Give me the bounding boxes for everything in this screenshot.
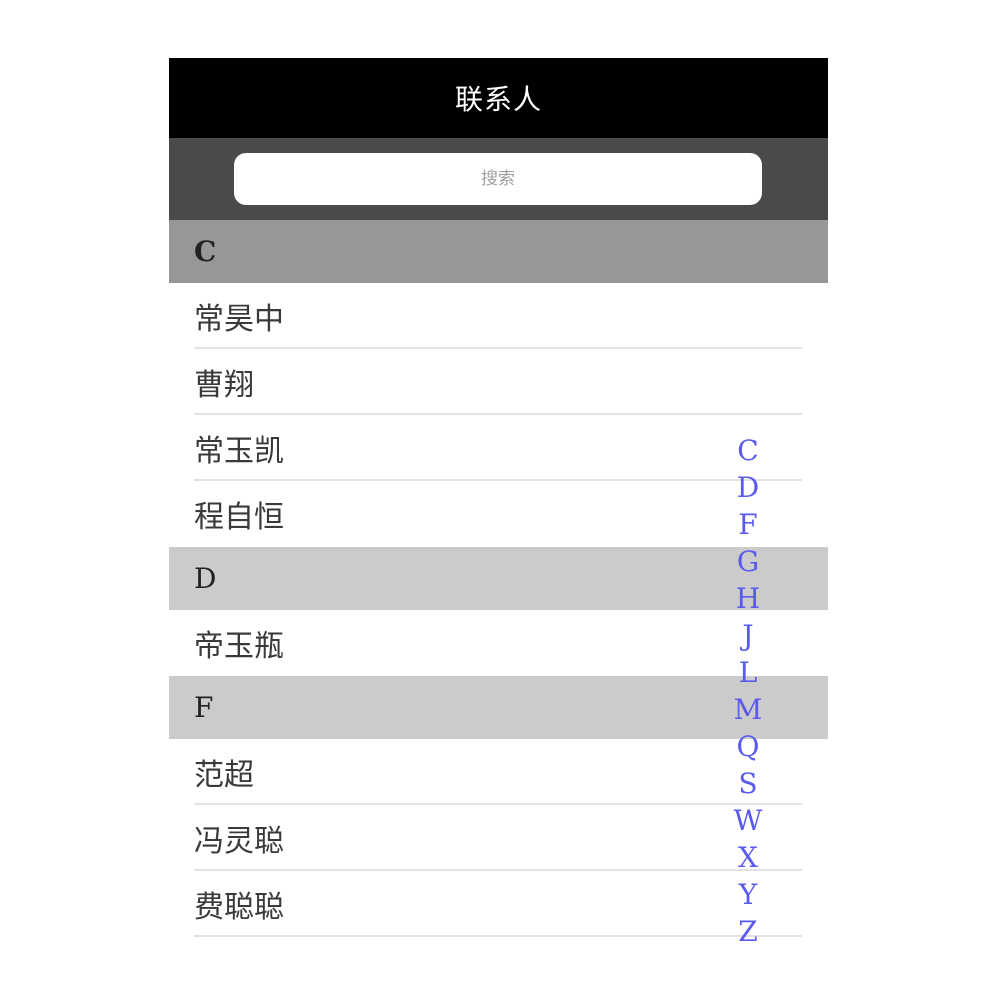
contact-row[interactable]: 常玉凯 [169,415,828,481]
contacts-screen: 联系人 C 常昊中 曹翔 常玉凯 程自恒 D 帝玉瓶 F 范超 冯灵聪 费聪聪 [169,58,828,942]
section-header-c: C [169,220,828,283]
search-bar [169,138,828,220]
index-letter-s[interactable]: S [738,765,757,802]
contact-row[interactable]: 帝玉瓶 [169,610,828,676]
contact-row[interactable]: 常昊中 [169,283,828,349]
index-letter-m[interactable]: M [734,691,763,728]
index-letter-z[interactable]: Z [738,913,757,950]
index-letter-c[interactable]: C [737,432,758,469]
section-header-d: D [169,547,828,610]
navigation-bar: 联系人 [169,58,828,138]
alphabet-index-bar: C D F G H J L M Q S W X Y Z [734,432,763,950]
index-letter-d[interactable]: D [737,469,759,506]
index-letter-g[interactable]: G [737,543,759,580]
index-letter-q[interactable]: Q [737,728,760,765]
contact-row[interactable]: 冯灵聪 [169,805,828,871]
index-letter-y[interactable]: Y [739,876,757,913]
contact-row[interactable]: 程自恒 [169,481,828,547]
contact-list: C 常昊中 曹翔 常玉凯 程自恒 D 帝玉瓶 F 范超 冯灵聪 费聪聪 [169,220,828,937]
contact-row[interactable]: 费聪聪 [169,871,828,937]
index-letter-l[interactable]: L [739,654,758,691]
index-letter-f[interactable]: F [738,506,757,543]
index-letter-j[interactable]: J [742,617,753,654]
search-input[interactable] [234,153,762,205]
contact-row[interactable]: 曹翔 [169,349,828,415]
index-letter-h[interactable]: H [736,580,760,617]
section-header-f: F [169,676,828,739]
index-letter-x[interactable]: X [738,839,758,876]
index-letter-w[interactable]: W [734,802,763,839]
page-title: 联系人 [454,83,542,116]
contact-row[interactable]: 范超 [169,739,828,805]
